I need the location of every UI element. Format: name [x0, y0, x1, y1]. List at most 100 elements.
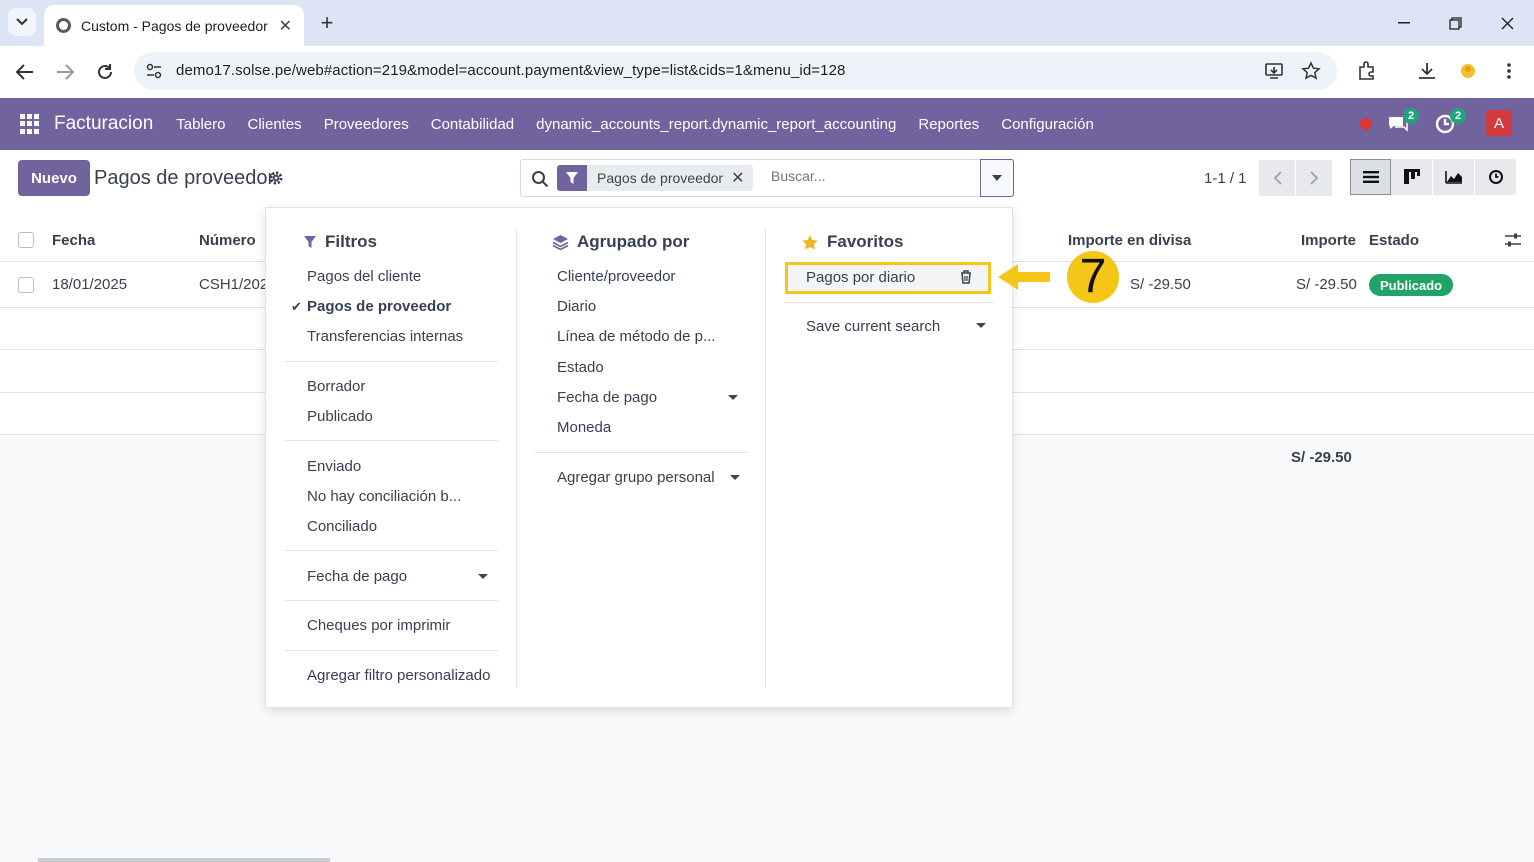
add-custom-group[interactable]: Agregar grupo personal	[557, 469, 727, 486]
favorites-title: Favoritos	[827, 232, 904, 251]
divider	[285, 440, 498, 441]
main-navbar: Facturacion Tablero Clientes Proveedores…	[0, 98, 1534, 150]
header-importe[interactable]: Importe	[1301, 232, 1356, 249]
tab-close-icon[interactable]: ✕	[279, 16, 292, 36]
forward-button[interactable]	[53, 60, 77, 84]
favicon-icon	[56, 18, 71, 33]
site-settings-icon[interactable]	[146, 63, 162, 79]
caret-down-icon[interactable]	[728, 395, 738, 400]
groupby-estado[interactable]: Estado	[557, 359, 604, 376]
search-panel-dropdown: Filtros Pagos del cliente ✔ Pagos de pro…	[265, 207, 1013, 708]
filter-pagos-cliente[interactable]: Pagos del cliente	[307, 268, 421, 285]
search-input[interactable]	[771, 168, 971, 184]
header-importe-divisa[interactable]: Importe en divisa	[1068, 232, 1191, 249]
kebab-menu-icon[interactable]	[1498, 60, 1520, 82]
list-view-button[interactable]	[1350, 159, 1391, 195]
groupby-diario[interactable]: Diario	[557, 298, 596, 315]
back-button[interactable]	[13, 60, 37, 84]
star-icon	[802, 234, 818, 250]
save-current-search[interactable]: Save current search	[806, 318, 940, 335]
apps-grid-icon[interactable]	[20, 114, 40, 134]
menu-contabilidad[interactable]: Contabilidad	[420, 116, 525, 133]
chevron-down-icon	[16, 18, 28, 26]
new-button[interactable]: Nuevo	[18, 160, 90, 196]
recording-dot-icon[interactable]	[1360, 118, 1372, 130]
add-custom-filter[interactable]: Agregar filtro personalizado	[307, 667, 490, 684]
filter-pagos-proveedor[interactable]: Pagos de proveedor	[307, 298, 451, 315]
gear-icon[interactable]	[268, 170, 284, 186]
filter-no-conciliacion[interactable]: No hay conciliación b...	[307, 488, 461, 505]
menu-tablero[interactable]: Tablero	[165, 116, 236, 133]
facet-label: Pagos de proveedor	[597, 170, 724, 186]
facet-remove-icon[interactable]: ✕	[731, 168, 752, 188]
filter-fecha-pago[interactable]: Fecha de pago	[307, 568, 407, 585]
filter-cheques[interactable]: Cheques por imprimir	[307, 617, 450, 634]
header-numero[interactable]: Número	[199, 232, 256, 249]
browser-tab[interactable]: Custom - Pagos de proveedor ✕	[44, 5, 304, 46]
list-view-icon	[1362, 171, 1379, 183]
checkmark-icon: ✔	[291, 299, 302, 314]
kanban-view-button[interactable]	[1391, 159, 1432, 195]
activity-view-button[interactable]	[1475, 159, 1516, 195]
menu-clientes[interactable]: Clientes	[236, 116, 312, 133]
chevron-left-icon	[1273, 171, 1282, 185]
filter-publicado[interactable]: Publicado	[307, 408, 373, 425]
caret-down-icon[interactable]	[478, 574, 488, 579]
downloads-icon[interactable]	[1416, 60, 1438, 82]
minimize-icon[interactable]	[1393, 12, 1415, 34]
row-checkbox[interactable]	[18, 277, 34, 293]
menu-dynamic-report[interactable]: dynamic_accounts_report.dynamic_report_a…	[525, 116, 907, 133]
restore-icon[interactable]	[1444, 12, 1466, 34]
reload-button[interactable]	[93, 60, 117, 84]
groupby-moneda[interactable]: Moneda	[557, 419, 611, 436]
omnibox[interactable]: demo17.solse.pe/web#action=219&model=acc…	[134, 52, 1337, 90]
header-fecha[interactable]: Fecha	[52, 232, 95, 249]
tab-search-button[interactable]	[8, 8, 36, 36]
groupby-cliente-proveedor[interactable]: Cliente/proveedor	[557, 268, 675, 285]
arrow-left-icon	[16, 64, 33, 80]
caret-down-icon[interactable]	[730, 475, 740, 480]
tab-title: Custom - Pagos de proveedor	[81, 17, 268, 34]
filter-enviado[interactable]: Enviado	[307, 458, 361, 475]
search-box[interactable]: Pagos de proveedor ✕	[520, 159, 1014, 197]
menu-configuracion[interactable]: Configuración	[990, 116, 1105, 133]
profile-icon[interactable]	[1457, 60, 1479, 82]
pager-previous-button[interactable]	[1259, 160, 1295, 196]
pager-value[interactable]: 1-1 / 1	[1204, 170, 1247, 187]
filter-borrador[interactable]: Borrador	[307, 378, 365, 395]
filter-conciliado[interactable]: Conciliado	[307, 518, 377, 535]
groupby-linea-metodo[interactable]: Línea de método de p...	[557, 328, 715, 345]
filter-funnel-icon	[557, 165, 587, 191]
extensions-icon[interactable]	[1356, 60, 1378, 82]
select-all-checkbox[interactable]	[18, 232, 34, 248]
header-estado[interactable]: Estado	[1369, 232, 1419, 249]
cell-fecha: 18/01/2025	[52, 276, 128, 293]
close-window-icon[interactable]	[1496, 12, 1518, 34]
divider	[785, 302, 994, 303]
bookmark-star-icon[interactable]	[1301, 61, 1321, 81]
new-tab-button[interactable]: +	[314, 10, 340, 36]
chevron-right-icon	[1309, 171, 1318, 185]
horizontal-scrollbar[interactable]	[38, 858, 330, 862]
column-divider	[516, 228, 517, 688]
install-app-icon[interactable]	[1264, 61, 1284, 81]
user-avatar[interactable]: A	[1486, 110, 1512, 136]
menu-proveedores[interactable]: Proveedores	[313, 116, 420, 133]
favorite-pagos-por-diario[interactable]: Pagos por diario	[785, 262, 991, 294]
annotation-arrow-icon	[996, 262, 1052, 292]
groupby-fecha-pago[interactable]: Fecha de pago	[557, 389, 657, 406]
filters-title: Filtros	[325, 232, 377, 251]
filter-transferencias[interactable]: Transferencias internas	[307, 328, 463, 345]
menu-reportes[interactable]: Reportes	[907, 116, 990, 133]
column-divider	[765, 228, 766, 688]
trash-icon[interactable]	[960, 270, 972, 284]
app-brand[interactable]: Facturacion	[54, 113, 153, 135]
search-panel-toggle[interactable]	[980, 159, 1014, 197]
pager-next-button[interactable]	[1296, 160, 1332, 196]
messages-badge: 2	[1403, 108, 1419, 124]
page-title: Pagos de proveedor	[94, 167, 275, 189]
graph-view-button[interactable]	[1433, 159, 1474, 195]
favorite-label[interactable]: Pagos por diario	[806, 269, 915, 286]
optional-columns-icon[interactable]	[1504, 232, 1522, 248]
caret-down-icon[interactable]	[976, 323, 986, 328]
